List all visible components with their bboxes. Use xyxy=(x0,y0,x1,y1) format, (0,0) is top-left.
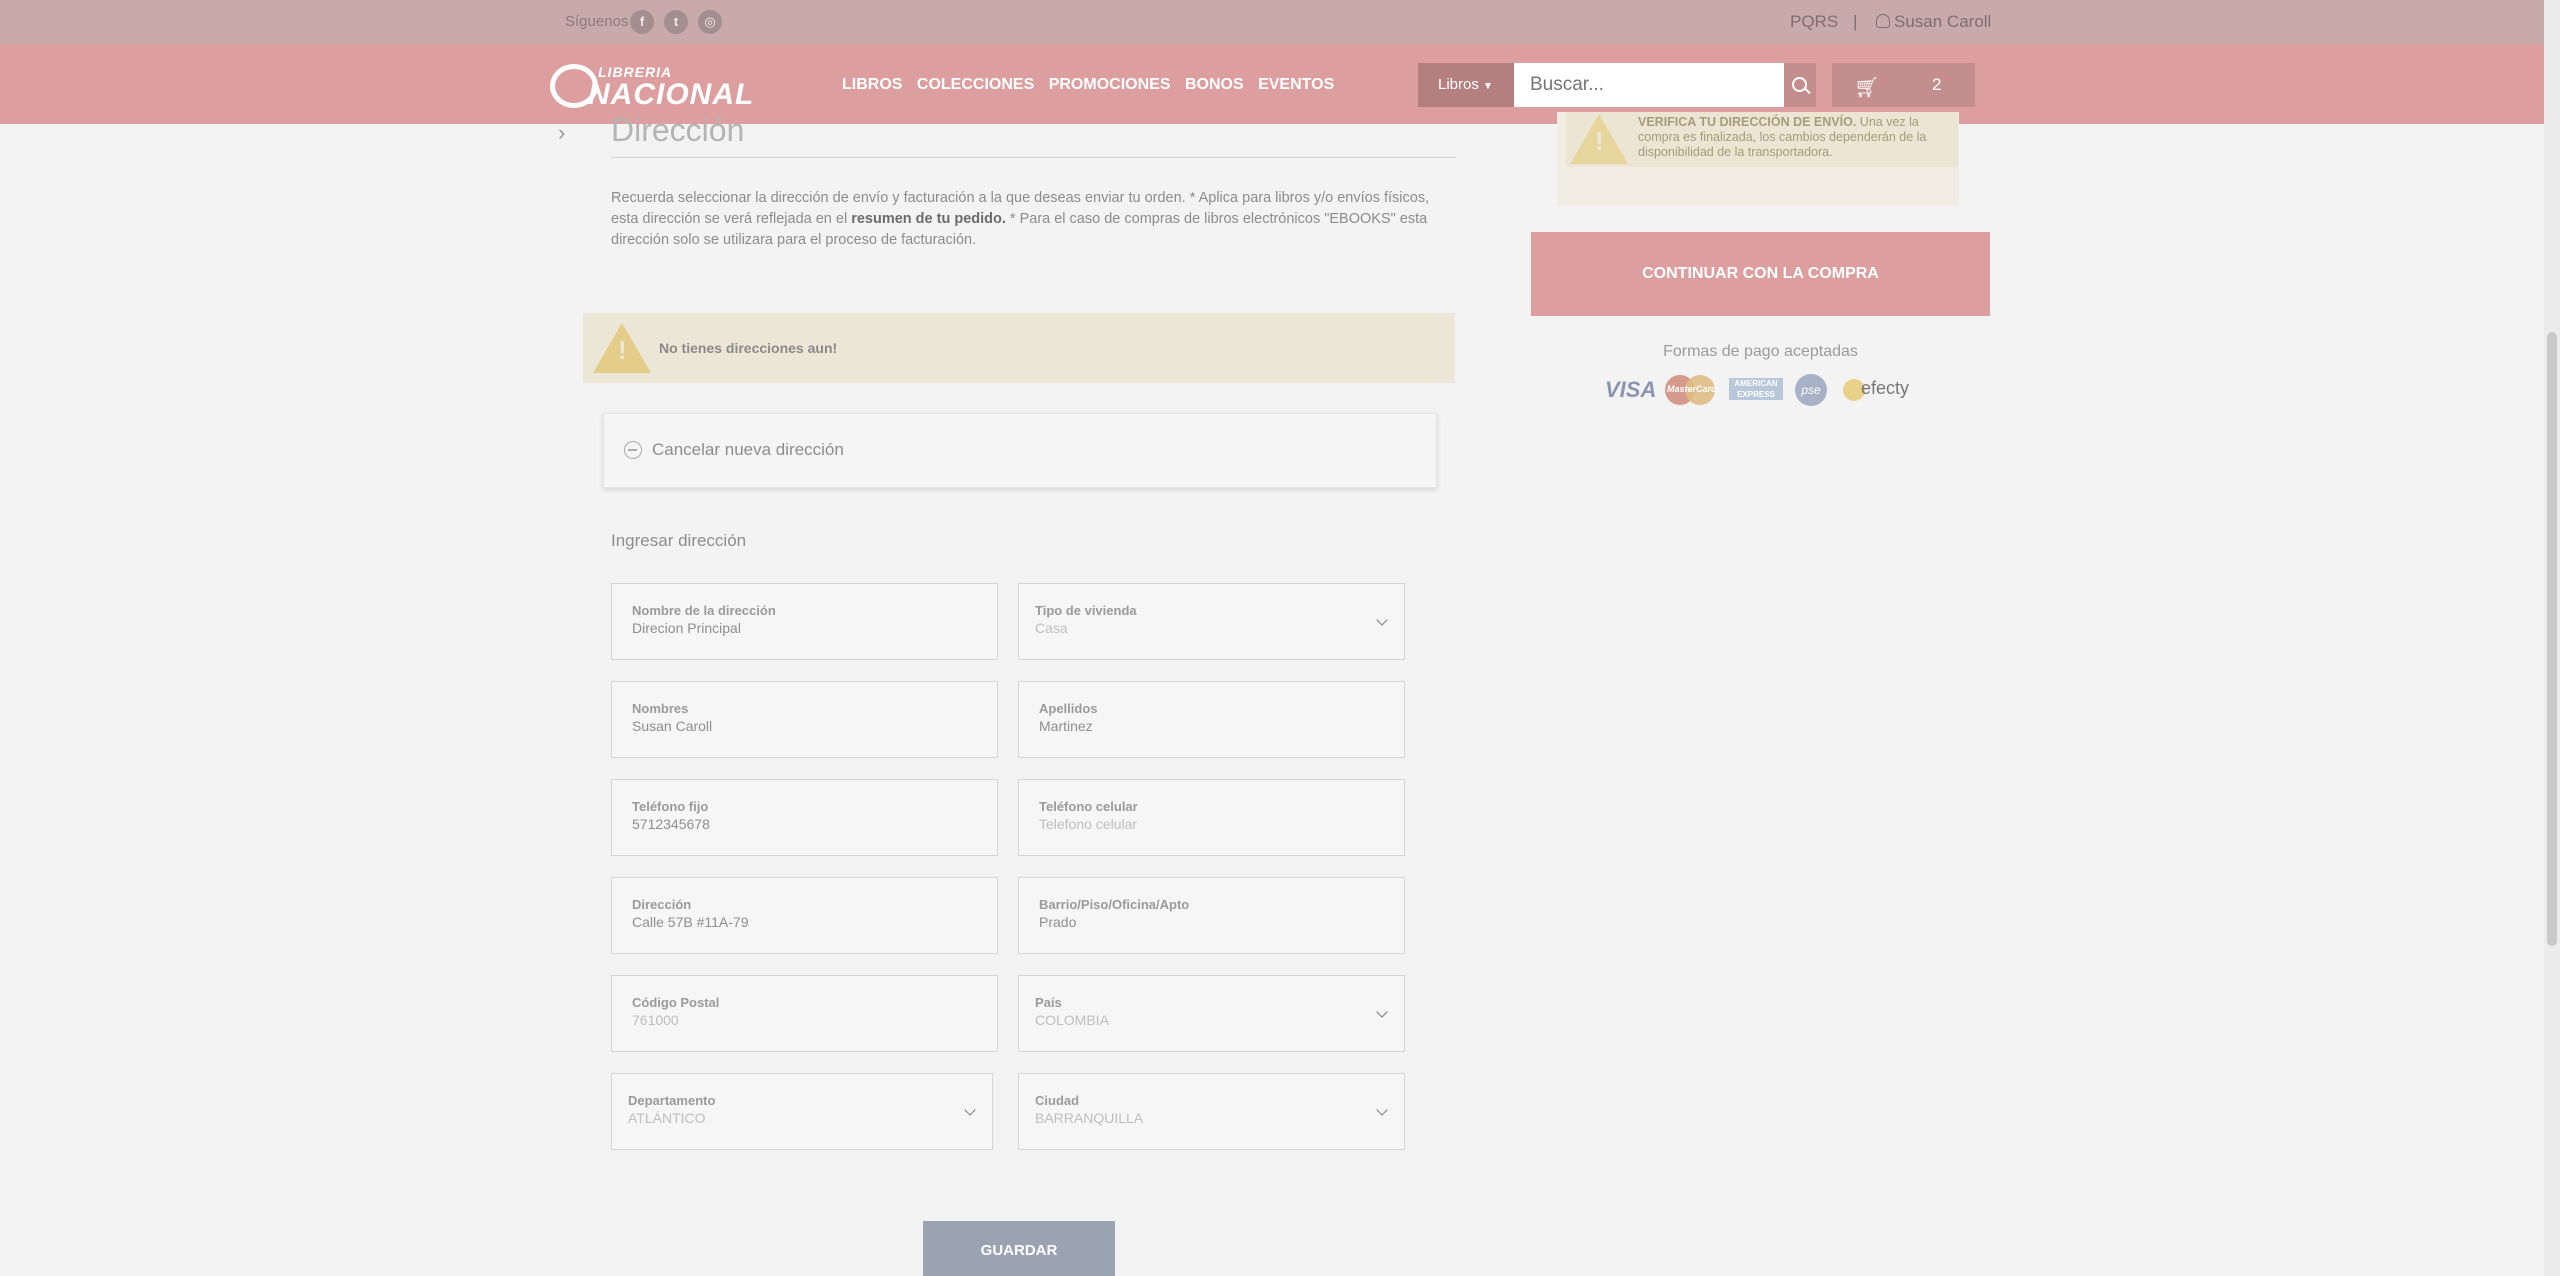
field-label: Departamento xyxy=(628,1093,716,1108)
pse-logo: pse xyxy=(1795,374,1827,406)
twitter-icon[interactable]: t xyxy=(664,10,688,34)
desc-bold: resumen de tu pedido. xyxy=(851,211,1006,227)
field-value: 5712345678 xyxy=(632,816,710,832)
continue-purchase-button[interactable]: CONTINUAR CON LA COMPRA xyxy=(1531,232,1990,316)
field-label: Barrio/Piso/Oficina/Apto xyxy=(1039,897,1190,912)
field-value: 761000 xyxy=(632,1012,679,1028)
nav-link-libros[interactable]: LIBROS xyxy=(842,76,902,93)
instagram-icon[interactable]: ◎ xyxy=(698,10,722,34)
cancel-new-address-button[interactable]: Cancelar nueva dirección xyxy=(603,413,1437,488)
logo-line2: NACIONAL xyxy=(588,78,755,111)
warning-icon xyxy=(593,323,651,373)
category-dropdown[interactable]: Libros ▼ xyxy=(1418,63,1514,107)
chevron-right-icon[interactable]: › xyxy=(558,120,565,146)
cancel-new-address-label: Cancelar nueva dirección xyxy=(652,440,844,459)
caret-down-icon: ▼ xyxy=(1483,81,1493,92)
minus-circle-icon xyxy=(624,441,642,459)
field-label: Teléfono fijo xyxy=(632,799,709,814)
field-label: Nombre de la dirección xyxy=(632,603,776,618)
search-input[interactable] xyxy=(1514,63,1784,107)
follow-label: Síguenos xyxy=(565,13,629,30)
neighborhood-field[interactable]: Barrio/Piso/Oficina/Apto Prado xyxy=(1018,877,1405,954)
warning-icon xyxy=(1570,114,1628,164)
scrollbar-thumb[interactable] xyxy=(2547,332,2557,946)
cart-button[interactable]: 🛒︎ 2 xyxy=(1832,63,1975,107)
field-label: Código Postal xyxy=(632,995,720,1010)
last-names-field[interactable]: Apellidos Martinez xyxy=(1018,681,1405,758)
field-value: ATLÁNTICO xyxy=(628,1110,706,1126)
housing-type-select[interactable]: Tipo de vivienda Casa xyxy=(1018,583,1405,660)
save-address-button[interactable]: GUARDAR xyxy=(923,1221,1115,1276)
chevron-down-icon xyxy=(1376,1006,1388,1018)
field-value: Casa xyxy=(1035,620,1068,636)
form-title: Ingresar dirección xyxy=(611,531,747,550)
field-value: BARRANQUILLA xyxy=(1035,1110,1144,1126)
first-names-field[interactable]: Nombres Susan Caroll xyxy=(611,681,998,758)
field-label: Dirección xyxy=(632,897,692,912)
pqrs-link[interactable]: PQRS xyxy=(1790,12,1838,32)
main-navbar: LIBRERIA NACIONAL LIBROS COLECCIONES PRO… xyxy=(0,44,2544,124)
shipping-notice: VERIFICA TU DIRECCIÓN DE ENVÍO. Una vez … xyxy=(1566,112,1958,167)
payment-methods-title: Formas de pago aceptadas xyxy=(1663,343,1858,360)
nav-link-colecciones[interactable]: COLECCIONES xyxy=(917,76,1034,93)
user-account-link[interactable]: Susan Caroll xyxy=(1876,12,1991,32)
field-value: Calle 57B #11A-79 xyxy=(632,914,749,930)
field-value: Prado xyxy=(1039,914,1077,930)
department-select[interactable]: Departamento ATLÁNTICO xyxy=(611,1073,993,1150)
shipping-notice-text: VERIFICA TU DIRECCIÓN DE ENVÍO. Una vez … xyxy=(1638,115,1948,160)
cart-count: 2 xyxy=(1932,75,1942,94)
title-divider xyxy=(611,157,1456,158)
address-description: Recuerda seleccionar la dirección de env… xyxy=(611,188,1459,251)
field-label: País xyxy=(1035,995,1062,1010)
visa-logo: VISA xyxy=(1605,377,1657,402)
field-label: Apellidos xyxy=(1039,701,1098,716)
street-address-field[interactable]: Dirección Calle 57B #11A-79 xyxy=(611,877,998,954)
notice-bold: VERIFICA TU DIRECCIÓN DE ENVÍO. xyxy=(1638,115,1857,129)
postal-code-field[interactable]: Código Postal 761000 xyxy=(611,975,998,1052)
facebook-icon[interactable]: f xyxy=(630,10,654,34)
landline-phone-field[interactable]: Teléfono fijo 5712345678 xyxy=(611,779,998,856)
no-address-warning: No tienes direcciones aun! xyxy=(583,313,1455,383)
search-icon-handle xyxy=(1804,87,1811,95)
field-value: Direcion Principal xyxy=(632,620,741,636)
nav-link-promociones[interactable]: PROMOCIONES xyxy=(1049,76,1171,93)
address-name-field[interactable]: Nombre de la dirección Direcion Principa… xyxy=(611,583,998,660)
field-value: COLOMBIA xyxy=(1035,1012,1109,1028)
field-label: Ciudad xyxy=(1035,1093,1080,1108)
chevron-down-icon xyxy=(1376,1104,1388,1116)
warning-text: No tienes direcciones aun! xyxy=(659,340,838,356)
field-placeholder: Telefono celular xyxy=(1039,816,1138,832)
top-bar: Síguenos f t ◎ PQRS | Susan Caroll xyxy=(0,0,2544,44)
chevron-down-icon xyxy=(1376,614,1388,626)
user-name: Susan Caroll xyxy=(1894,12,1992,31)
mastercard-label: MasterCard xyxy=(1667,384,1717,394)
topbar-separator: | xyxy=(1853,12,1858,31)
field-label: Tipo de vivienda xyxy=(1035,603,1137,618)
field-label: Nombres xyxy=(632,701,689,716)
city-select[interactable]: Ciudad BARRANQUILLA xyxy=(1018,1073,1405,1150)
amex-logo: AMERICAN EXPRESS xyxy=(1729,378,1783,400)
search-button[interactable] xyxy=(1784,63,1816,107)
field-label: Teléfono celular xyxy=(1039,799,1138,814)
libreria-nacional-logo[interactable]: LIBRERIA NACIONAL xyxy=(550,64,755,112)
nav-link-bonos[interactable]: BONOS xyxy=(1185,76,1244,93)
page-scrollbar[interactable] xyxy=(2544,0,2560,1276)
efecty-logo: efecty xyxy=(1861,378,1910,398)
field-value: Susan Caroll xyxy=(632,718,713,734)
nav-links: LIBROS COLECCIONES PROMOCIONES BONOS EVE… xyxy=(842,76,1344,94)
chevron-down-icon xyxy=(964,1104,976,1116)
category-dropdown-label: Libros xyxy=(1438,76,1479,93)
country-select[interactable]: País COLOMBIA xyxy=(1018,975,1405,1052)
nav-link-eventos[interactable]: EVENTOS xyxy=(1258,76,1334,93)
address-section-title: Dirección xyxy=(611,112,745,148)
cart-icon: 🛒︎ xyxy=(1854,77,1880,99)
user-icon xyxy=(1876,14,1890,28)
mobile-phone-field[interactable]: Teléfono celular Telefono celular xyxy=(1018,779,1405,856)
field-value: Martinez xyxy=(1039,718,1093,734)
